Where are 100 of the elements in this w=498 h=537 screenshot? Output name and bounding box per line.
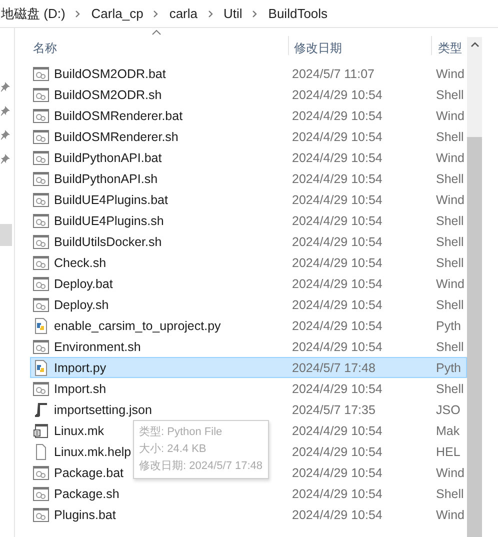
script-file-icon — [33, 486, 49, 500]
scroll-up-icon[interactable] — [470, 42, 478, 47]
column-header[interactable]: 修改日期 — [289, 36, 432, 55]
chevron-icon[interactable] — [153, 10, 160, 18]
pin-icon — [1, 82, 10, 92]
script-file-icon — [33, 192, 49, 206]
file-name: Package.bat — [54, 466, 124, 480]
breadcrumb-item[interactable]: Carla_cp — [91, 6, 144, 21]
column-header[interactable]: 类型 — [432, 28, 466, 63]
pin-icon — [1, 130, 10, 140]
file-name: BuildUE4Plugins.sh — [54, 214, 164, 228]
modified-date: 2024/5/7 17:35 — [292, 402, 376, 416]
file-type: Shell — [436, 130, 465, 144]
modified-date: 2024/4/29 10:54 — [292, 444, 384, 458]
modified-date: 2024/4/29 10:54 — [292, 276, 384, 290]
selected-file-row[interactable]: Import.py 2024/5/7 17:48 Pyth — [30, 357, 467, 378]
file-type: Shell — [436, 382, 465, 396]
file-name: enable_carsim_to_uproject.py — [54, 318, 221, 332]
file-name: Linux.mk.help — [54, 444, 132, 458]
python-file-icon — [33, 318, 49, 334]
modified-date: 2024/4/29 10:54 — [292, 508, 384, 522]
modified-date: 2024/4/29 10:54 — [292, 298, 384, 312]
json-file-icon — [33, 402, 49, 418]
file-type: Wind — [436, 508, 466, 522]
chevron-icon[interactable] — [75, 10, 82, 18]
file-type: Shell — [436, 214, 465, 228]
file-type: Wind — [436, 276, 466, 290]
tooltip-line: 类型: Python File — [139, 425, 224, 440]
breadcrumb-item[interactable]: Util — [224, 6, 242, 21]
file-type: JSO — [436, 402, 462, 416]
pin-icon — [1, 154, 10, 164]
file-type: Shell — [436, 172, 465, 186]
modified-date: 2024/4/29 10:54 — [292, 318, 384, 332]
file-name: Package.sh — [54, 486, 120, 500]
script-file-icon — [33, 466, 49, 480]
file-name: BuildUtilsDocker.sh — [54, 234, 162, 248]
script-file-icon — [33, 382, 49, 396]
modified-date: 2024/4/29 10:54 — [292, 256, 384, 270]
modified-date: 2024/4/29 10:54 — [292, 424, 384, 438]
blank-file-icon — [33, 444, 49, 460]
document-file-icon — [33, 422, 49, 438]
file-type: Wind — [436, 466, 466, 480]
file-type: HEL — [436, 444, 462, 458]
file-name: importsetting.json — [54, 402, 152, 416]
script-file-icon — [33, 508, 49, 522]
modified-date: 2024/4/29 10:54 — [292, 214, 384, 228]
file-type: Wind — [436, 66, 466, 80]
modified-date: 2024/4/29 10:54 — [292, 466, 384, 480]
file-type: Wind — [436, 150, 466, 164]
modified-date: 2024/5/7 11:07 — [292, 66, 376, 80]
tooltip-line: 大小: 24.4 KB — [139, 442, 208, 457]
file-type: Pyth — [436, 360, 462, 374]
file-name: BuildUE4Plugins.bat — [54, 192, 168, 206]
script-file-icon — [33, 276, 49, 290]
chevron-icon[interactable] — [252, 10, 258, 18]
modified-date: 2024/4/29 10:54 — [292, 130, 384, 144]
script-file-icon — [33, 66, 49, 80]
file-type: Shell — [436, 340, 465, 354]
modified-date: 2024/4/29 10:54 — [292, 88, 384, 102]
breadcrumb-item[interactable]: carla — [169, 6, 198, 21]
modified-date: 2024/4/29 10:54 — [292, 234, 384, 248]
file-name: BuildPythonAPI.sh — [54, 172, 158, 186]
file-type: Shell — [436, 298, 465, 312]
modified-date: 2024/4/29 10:54 — [292, 108, 384, 122]
scrollbar-thumb[interactable] — [467, 137, 482, 537]
file-type: Shell — [436, 486, 465, 500]
modified-date: 2024/4/29 10:54 — [292, 150, 384, 164]
pin-icon — [1, 106, 10, 116]
tooltip-line: 修改日期: 2024/5/7 17:48 — [139, 459, 263, 474]
file-type: Mak — [436, 424, 461, 438]
column-header[interactable]: 名称 — [15, 36, 289, 55]
modified-date: 2024/4/29 10:54 — [292, 172, 384, 186]
file-name: Check.sh — [54, 256, 106, 270]
file-name: Import.py — [54, 360, 106, 374]
script-file-icon — [33, 234, 49, 248]
modified-date: 2024/5/7 17:48 — [292, 360, 376, 374]
file-type: Shell — [436, 88, 465, 102]
scrollbar[interactable] — [467, 37, 482, 537]
sort-caret-icon — [152, 30, 161, 35]
file-type: Pyth — [436, 318, 462, 332]
script-file-icon — [33, 298, 49, 312]
file-type: Wind — [436, 192, 466, 206]
breadcrumb-item[interactable]: 地磁盘 (D:) — [1, 4, 66, 22]
modified-date: 2024/4/29 10:54 — [292, 486, 384, 500]
script-file-icon — [33, 150, 49, 164]
file-name: BuildOSM2ODR.bat — [54, 66, 166, 80]
file-name: Plugins.bat — [54, 508, 116, 522]
file-name: Deploy.bat — [54, 276, 113, 290]
chevron-icon[interactable] — [208, 10, 214, 18]
script-file-icon — [33, 108, 49, 122]
breadcrumb-item[interactable]: BuildTools — [268, 6, 328, 21]
script-file-icon — [33, 130, 49, 144]
script-file-icon — [33, 340, 49, 354]
file-name: BuildOSMRenderer.bat — [54, 108, 183, 122]
script-file-icon — [33, 256, 49, 270]
modified-date: 2024/4/29 10:54 — [292, 382, 384, 396]
file-name: Environment.sh — [54, 340, 141, 354]
file-name: Deploy.sh — [54, 298, 109, 312]
file-name: BuildPythonAPI.bat — [54, 150, 162, 164]
file-type: Shell — [436, 234, 465, 248]
